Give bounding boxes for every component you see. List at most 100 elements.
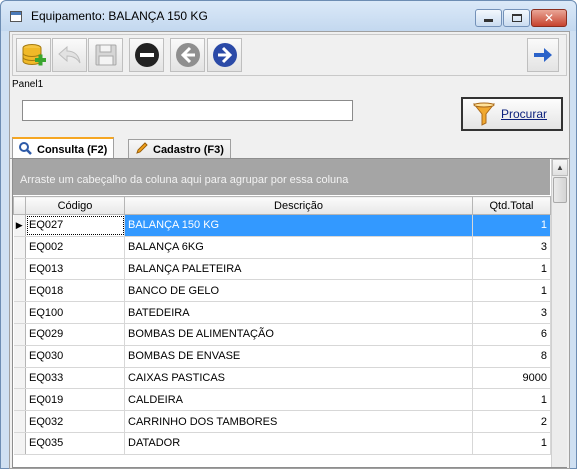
cell-qtd-total[interactable]: 3 <box>472 236 551 259</box>
cell-codigo[interactable]: EQ002 <box>25 236 125 259</box>
undo-icon <box>57 45 80 64</box>
table-row[interactable]: EQ100 BATEDEIRA 3 <box>13 301 551 324</box>
row-pointer-icon[interactable]: ▶ <box>13 214 26 237</box>
table-row[interactable]: EQ013 BALANÇA PALETEIRA 1 <box>13 258 551 281</box>
row-indicator[interactable] <box>13 258 26 281</box>
tab-consulta[interactable]: Consulta (F2) <box>12 137 115 160</box>
cell-codigo[interactable]: EQ030 <box>25 345 125 368</box>
table-row[interactable]: EQ029 BOMBAS DE ALIMENTAÇÃO 6 <box>13 323 551 346</box>
cell-descricao[interactable]: BANCO DE GELO <box>124 279 473 303</box>
back-arrow-icon <box>175 43 200 67</box>
new-record-button[interactable] <box>16 38 51 72</box>
cell-descricao[interactable]: DATADOR <box>124 432 473 455</box>
toolbar-next-button[interactable] <box>527 38 559 72</box>
search-icon <box>19 141 32 158</box>
column-header-qtd-total[interactable]: Qtd.Total <box>472 196 551 215</box>
close-icon: ✕ <box>543 11 555 25</box>
cell-qtd-total[interactable]: 1 <box>472 258 551 281</box>
maximize-button[interactable] <box>503 9 530 27</box>
cell-descricao[interactable]: CARRINHO DOS TAMBORES <box>124 410 473 433</box>
cell-descricao[interactable]: BOMBAS DE ENVASE <box>124 345 473 368</box>
cell-codigo[interactable]: EQ033 <box>25 367 125 390</box>
cell-codigo[interactable]: EQ032 <box>25 410 125 433</box>
scroll-up-icon[interactable]: ▲ <box>552 159 568 176</box>
row-indicator[interactable] <box>13 279 26 303</box>
search-input[interactable] <box>22 100 353 121</box>
row-indicator[interactable] <box>13 301 26 324</box>
title-bar[interactable]: Equipamento: BALANÇA 150 KG ✕ <box>1 1 576 31</box>
window-title: Equipamento: BALANÇA 150 KG <box>31 9 208 23</box>
grid-container: Arraste um cabeçalho da coluna aqui para… <box>12 158 568 468</box>
cell-qtd-total[interactable]: 1 <box>472 214 551 237</box>
cell-codigo[interactable]: EQ100 <box>25 301 125 324</box>
data-grid: Código Descrição Qtd.Total ▶ EQ027 BALANÇA… <box>13 196 551 455</box>
close-button[interactable]: ✕ <box>531 9 567 27</box>
cell-codigo[interactable]: EQ013 <box>25 258 125 281</box>
vertical-scrollbar[interactable]: ▲ <box>551 159 568 467</box>
search-button-label: Procurar <box>501 107 548 121</box>
table-row[interactable]: EQ018 BANCO DE GELO 1 <box>13 279 551 303</box>
row-indicator[interactable] <box>13 345 26 368</box>
cell-codigo[interactable]: EQ035 <box>25 432 125 455</box>
client-area: Panel1 Procurar Consulta (F2) Cadastro (… <box>9 31 570 469</box>
cell-codigo[interactable]: EQ018 <box>25 279 125 303</box>
cell-descricao[interactable]: BALANÇA 6KG <box>124 236 473 259</box>
cell-descricao[interactable]: BATEDEIRA <box>124 301 473 324</box>
row-indicator[interactable] <box>13 367 26 390</box>
table-row[interactable]: EQ033 CAIXAS PASTICAS 9000 <box>13 367 551 390</box>
scroll-thumb[interactable] <box>553 177 567 203</box>
cell-qtd-total[interactable]: 2 <box>472 410 551 433</box>
table-row[interactable]: ▶ EQ027 BALANÇA 150 KG 1 <box>13 214 551 237</box>
funnel-icon <box>473 102 495 126</box>
save-button[interactable] <box>88 38 123 72</box>
cell-codigo[interactable]: EQ029 <box>25 323 125 346</box>
cancel-button[interactable] <box>129 38 164 72</box>
cell-descricao[interactable]: BOMBAS DE ALIMENTAÇÃO <box>124 323 473 346</box>
undo-button[interactable] <box>52 38 87 72</box>
row-indicator[interactable] <box>13 432 26 455</box>
column-header-descricao[interactable]: Descrição <box>124 196 473 215</box>
forward-arrow-icon <box>212 43 237 67</box>
tab-strip: Consulta (F2) Cadastro (F3) <box>10 137 569 160</box>
table-row[interactable]: EQ019 CALDEIRA 1 <box>13 388 551 412</box>
table-row[interactable]: EQ030 BOMBAS DE ENVASE 8 <box>13 345 551 368</box>
cell-qtd-total[interactable]: 1 <box>472 432 551 455</box>
group-by-panel[interactable]: Arraste um cabeçalho da coluna aqui para… <box>13 159 550 195</box>
cell-qtd-total[interactable]: 1 <box>472 279 551 303</box>
cell-qtd-total[interactable]: 3 <box>472 301 551 324</box>
cell-descricao[interactable]: BALANÇA PALETEIRA <box>124 258 473 281</box>
tab-cadastro[interactable]: Cadastro (F3) <box>128 139 231 160</box>
cell-qtd-total[interactable]: 1 <box>472 388 551 412</box>
next-icon <box>534 48 552 62</box>
row-indicator[interactable] <box>13 323 26 346</box>
app-icon[interactable] <box>10 11 22 22</box>
minimize-button[interactable] <box>475 9 502 27</box>
row-indicator[interactable] <box>13 388 26 412</box>
row-indicator[interactable] <box>13 410 26 433</box>
table-row[interactable]: EQ035 DATADOR 1 <box>13 432 551 455</box>
minimize-icon <box>484 19 493 22</box>
cell-descricao[interactable]: BALANÇA 150 KG <box>124 214 473 237</box>
next-record-button[interactable] <box>207 38 242 72</box>
tab-cadastro-label: Cadastro (F3) <box>153 144 224 156</box>
cell-descricao[interactable]: CAIXAS PASTICAS <box>124 367 473 390</box>
search-button[interactable]: Procurar <box>461 97 563 131</box>
table-row[interactable]: EQ032 CARRINHO DOS TAMBORES 2 <box>13 410 551 433</box>
cell-qtd-total[interactable]: 6 <box>472 323 551 346</box>
grid-header-row: Código Descrição Qtd.Total <box>13 196 551 215</box>
table-row[interactable]: EQ002 BALANÇA 6KG 3 <box>13 236 551 259</box>
column-header-codigo[interactable]: Código <box>25 196 125 215</box>
toolbar <box>12 34 567 76</box>
cell-qtd-total[interactable]: 9000 <box>472 367 551 390</box>
row-indicator[interactable] <box>13 236 26 259</box>
cell-codigo[interactable]: EQ019 <box>25 388 125 412</box>
cell-descricao[interactable]: CALDEIRA <box>124 388 473 412</box>
save-icon <box>95 44 116 66</box>
cell-codigo[interactable]: EQ027 <box>25 214 125 237</box>
app-window: Equipamento: BALANÇA 150 KG ✕ Panel1 Pro… <box>0 0 577 469</box>
tab-consulta-label: Consulta (F2) <box>37 143 108 156</box>
grid-body: ▶ EQ027 BALANÇA 150 KG 1 EQ002 BALANÇA 6KG 3 EQ… <box>13 214 551 455</box>
previous-button[interactable] <box>170 38 205 72</box>
cell-qtd-total[interactable]: 8 <box>472 345 551 368</box>
pencil-icon <box>135 142 148 158</box>
